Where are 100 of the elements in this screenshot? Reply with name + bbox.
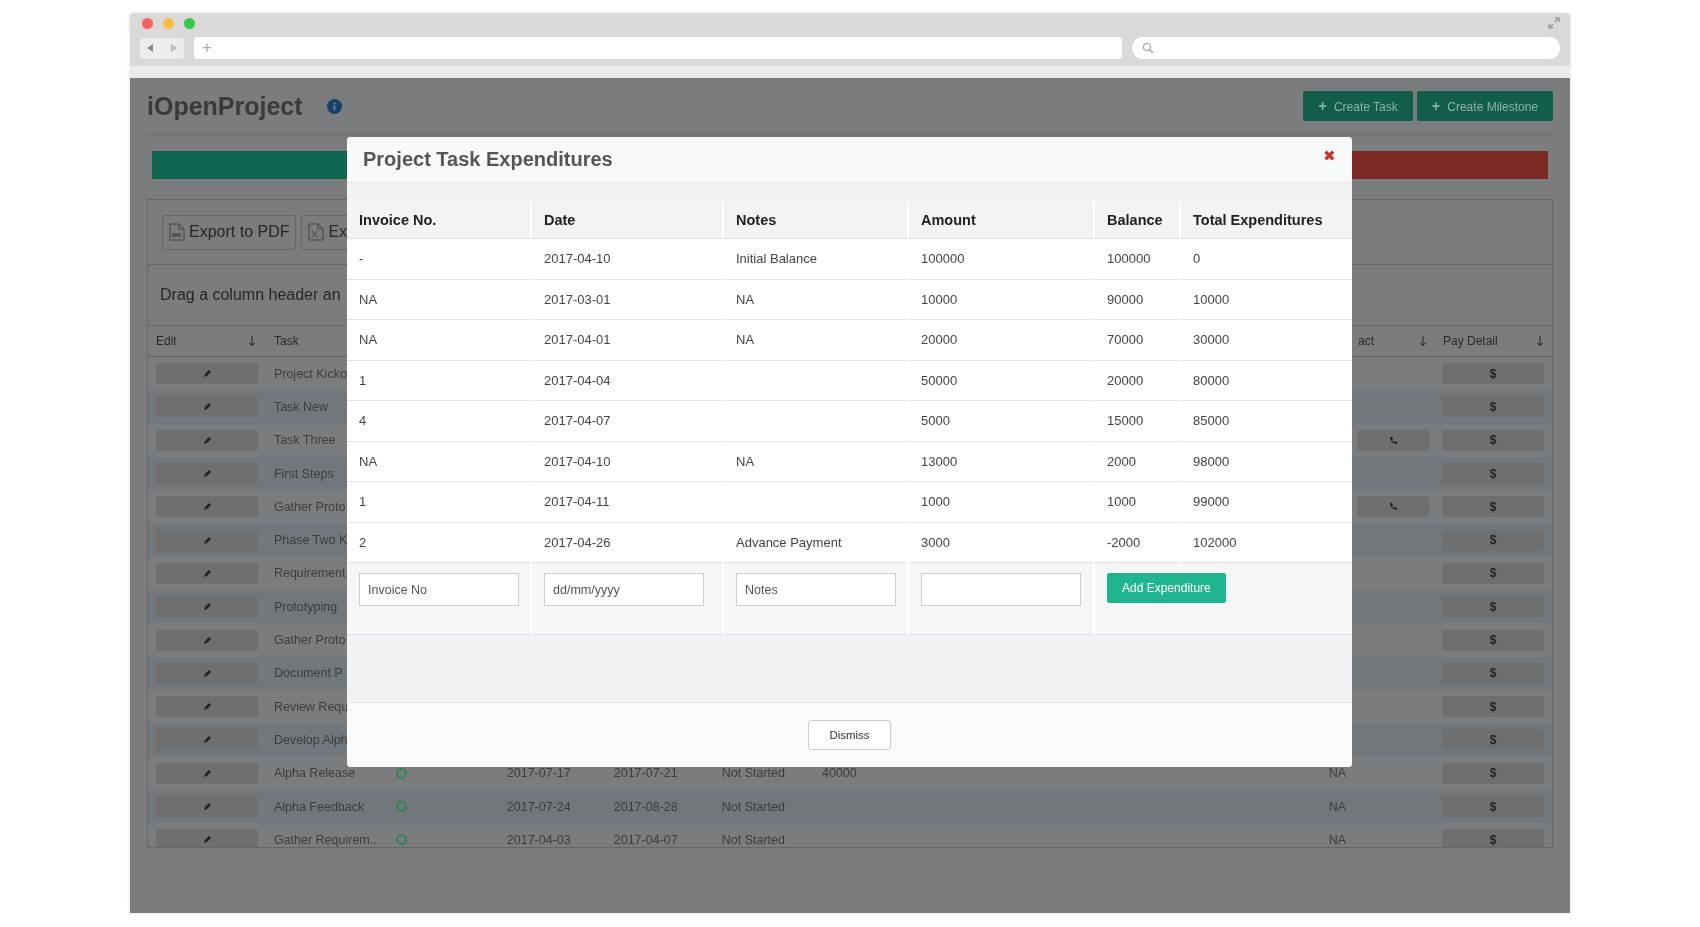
edit-button[interactable]	[156, 562, 258, 584]
notes-cell: Advance Payment	[736, 534, 842, 550]
pay-detail-button[interactable]: $	[1442, 662, 1544, 684]
amount-cell: 3000	[921, 534, 950, 550]
pay-detail-button[interactable]: $	[1442, 629, 1544, 651]
invoice-cell: 4	[359, 413, 367, 429]
pencil-icon	[202, 568, 212, 578]
minimize-window-dot[interactable]	[163, 17, 174, 29]
column-header[interactable]: act	[1358, 334, 1374, 348]
sort-arrow-icon[interactable]: ↓	[246, 333, 258, 349]
pay-detail-button[interactable]: $	[1442, 396, 1544, 418]
address-field[interactable]: +	[194, 37, 1122, 59]
balance-cell: 15000	[1107, 413, 1144, 429]
pay-detail-button[interactable]: $	[1442, 463, 1544, 485]
pencil-icon	[202, 702, 212, 712]
edit-button[interactable]	[156, 429, 258, 451]
edit-button[interactable]	[156, 829, 258, 847]
column-header: Date	[532, 201, 722, 239]
pay-detail-button[interactable]: $	[1442, 363, 1544, 385]
create-button[interactable]: + Create Task	[1303, 91, 1413, 121]
pay-detail-button[interactable]: $	[1442, 562, 1544, 584]
contact-button[interactable]	[1357, 496, 1430, 518]
close-window-dot[interactable]	[142, 17, 153, 29]
task-name: Review Requ	[273, 699, 349, 714]
task-name: Task Three	[273, 433, 336, 448]
column-header: Amount	[909, 201, 1093, 239]
pay-detail-button[interactable]: $	[1442, 696, 1544, 718]
expand-icon[interactable]	[1548, 17, 1560, 29]
pencil-icon	[202, 369, 212, 379]
pencil-icon	[202, 502, 212, 512]
total-cell: 98000	[1193, 453, 1230, 469]
edit-button[interactable]	[156, 729, 258, 751]
edit-button[interactable]	[156, 496, 258, 518]
column-header[interactable]: Task	[274, 334, 299, 348]
pencil-icon	[202, 768, 212, 778]
pencil-icon	[202, 402, 212, 412]
column-header[interactable]: Edit	[156, 334, 177, 348]
add-expenditure-button[interactable]: Add Expenditure	[1107, 573, 1226, 603]
pay-detail-button[interactable]: $	[1442, 729, 1544, 751]
amount-cell: 100000	[921, 251, 965, 267]
column-header: Total Expenditures	[1181, 201, 1352, 239]
sort-arrow-icon[interactable]: ↓	[1534, 333, 1546, 349]
edit-button[interactable]	[156, 762, 258, 784]
edit-button[interactable]	[156, 596, 258, 618]
edit-button[interactable]	[156, 463, 258, 485]
sort-arrow-icon[interactable]: ↓	[1417, 333, 1429, 349]
notes-cell: NA	[736, 291, 755, 307]
task-name: Phase Two K	[273, 533, 348, 548]
payment-value: NA	[1328, 799, 1347, 814]
notes-cell: Initial Balance	[736, 251, 817, 267]
edit-button[interactable]	[156, 363, 258, 385]
pay-detail-button[interactable]: $	[1442, 762, 1544, 784]
search-field[interactable]	[1132, 37, 1560, 59]
export-button[interactable]: Export to PDF	[162, 214, 297, 250]
task-name: Document P	[273, 666, 343, 681]
total-cell: 102000	[1193, 534, 1237, 550]
task-status: Not Started	[721, 799, 785, 814]
invoice-cell: NA	[359, 332, 378, 348]
pay-detail-button[interactable]: $	[1442, 596, 1544, 618]
amount-cell: 5000	[921, 413, 950, 429]
date-cell: 2017-04-10	[544, 453, 611, 469]
pay-detail-button[interactable]: $	[1442, 829, 1544, 847]
input-field[interactable]: Notes	[736, 573, 896, 606]
create-button[interactable]: + Create Milestone	[1416, 91, 1553, 121]
amount-cell: 20000	[921, 332, 958, 348]
pencil-icon	[202, 735, 212, 745]
navigation-buttons[interactable]	[140, 37, 184, 59]
edit-button[interactable]	[156, 629, 258, 651]
input-field[interactable]	[921, 573, 1081, 606]
contact-button[interactable]	[1357, 429, 1430, 451]
balance-cell: 70000	[1107, 332, 1144, 348]
zoom-window-dot[interactable]	[184, 17, 195, 29]
edit-button[interactable]	[156, 796, 258, 817]
input-field[interactable]: dd/mm/yyyy	[544, 573, 704, 606]
notes-cell: NA	[736, 453, 755, 469]
task-name: Project Kicko	[273, 366, 347, 381]
edit-button[interactable]	[156, 396, 258, 418]
edit-button[interactable]	[156, 696, 258, 718]
pay-detail-button[interactable]: $	[1442, 529, 1544, 551]
task-name: Gather Proto	[273, 499, 346, 514]
pay-detail-button[interactable]: $	[1442, 496, 1544, 518]
date-cell: 2017-04-01	[544, 332, 611, 348]
invoice-cell: 1	[359, 372, 367, 388]
edit-button[interactable]	[156, 529, 258, 551]
info-icon[interactable]	[326, 98, 342, 114]
end-date: 2017-04-07	[613, 832, 678, 847]
date-cell: 2017-04-26	[544, 534, 611, 550]
input-field[interactable]: Invoice No	[359, 573, 519, 606]
pay-detail-button[interactable]: $	[1442, 796, 1544, 817]
date-cell: 2017-04-10	[544, 251, 611, 267]
payment-value: NA	[1328, 766, 1347, 781]
dismiss-button[interactable]: Dismiss	[808, 720, 891, 750]
edit-button[interactable]	[156, 662, 258, 684]
pay-detail-button[interactable]: $	[1442, 429, 1544, 451]
total-cell: 85000	[1193, 413, 1230, 429]
column-header[interactable]: Pay Detail	[1443, 334, 1498, 348]
task-name: Gather Proto	[273, 633, 346, 647]
total-cell: 99000	[1193, 494, 1230, 510]
task-amount: 40000	[821, 766, 857, 781]
close-button[interactable]: ✖	[1323, 146, 1336, 165]
